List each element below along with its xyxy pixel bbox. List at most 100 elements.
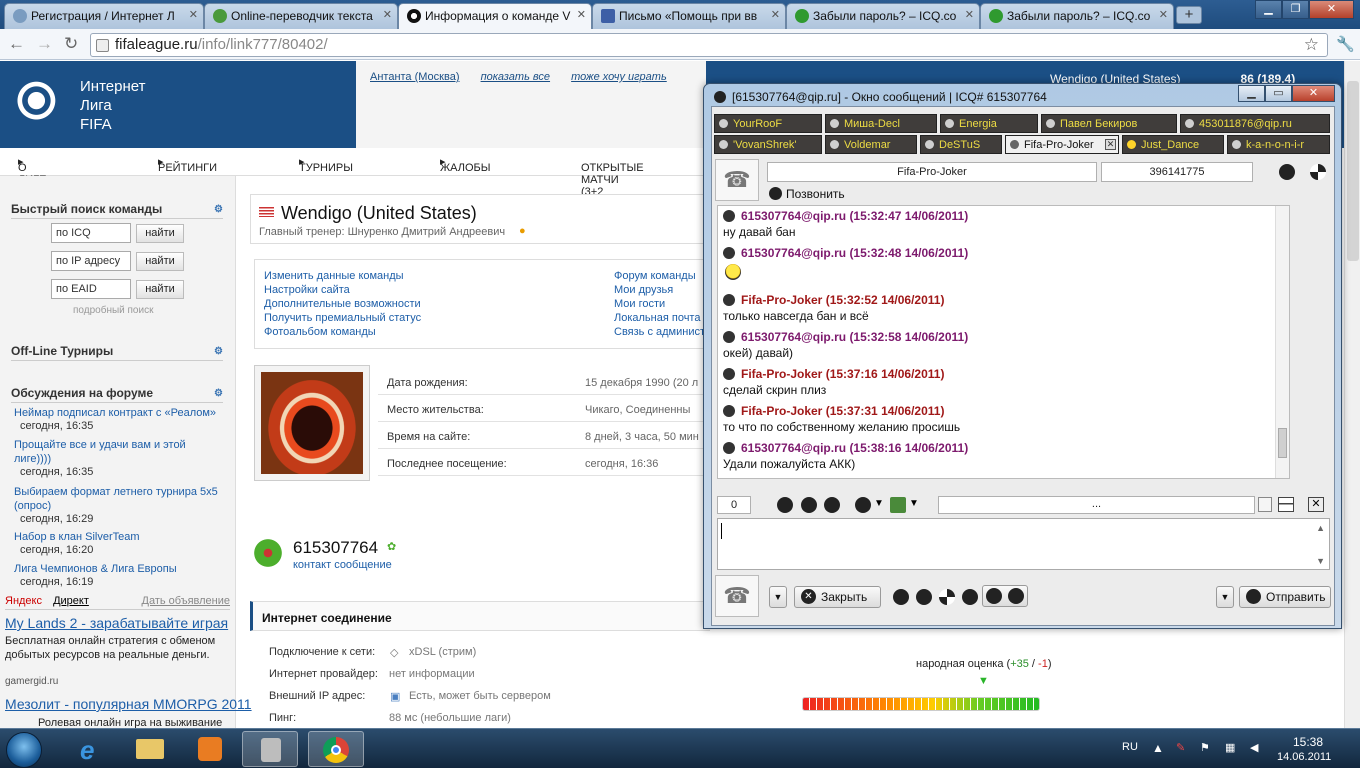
history-icon[interactable] [1310,164,1326,180]
new-tab-button[interactable]: + [1176,6,1202,24]
menu-dropdown-button[interactable]: ▼ [769,586,787,608]
friends-link[interactable]: Мои друзья [614,284,673,296]
guests-link[interactable]: Мои гости [614,298,665,310]
close-tab-icon[interactable]: ✕ [771,8,780,21]
reload-icon[interactable]: ↻ [64,34,78,54]
chat-scrollbar-thumb[interactable] [1278,428,1287,458]
clock-time[interactable]: 15:38 [1293,735,1323,749]
qip-options-icon[interactable] [962,589,978,605]
chat-tab[interactable]: 'VovanShrek' [714,135,822,154]
yandex-label[interactable]: Яндекс [5,595,42,607]
forum-topic-link[interactable]: Прощайте все и удачи вам и этой лиге)))) [14,438,224,466]
call-button[interactable]: Позвонить [769,187,845,201]
icq-contact-links[interactable]: контакт сообщение [293,559,392,571]
send-file-icon[interactable] [855,497,871,513]
my-avatar[interactable]: ☎ [715,575,759,617]
search-icq-input[interactable]: по ICQ [51,223,131,243]
want-to-play-link[interactable]: тоже хочу играть [571,71,667,83]
search-ip-input[interactable]: по IP адресу [51,251,131,271]
template-icon[interactable] [890,497,906,513]
close-tab-icon[interactable]: ✕ [1159,8,1168,21]
close-tab-icon[interactable]: ✕ [965,8,974,21]
chat-tab[interactable]: Павел Бекиров [1041,114,1177,133]
flag-icon[interactable]: ⚑ [1200,741,1210,754]
address-bar[interactable]: fifaleague.ru/info/link777/80402/☆ [90,33,1328,57]
direct-link[interactable]: Директ [53,595,89,607]
close-chat-tab-icon[interactable]: ✕ [1105,139,1116,150]
scroll-up-icon[interactable]: ▲ [1316,523,1325,533]
menu-ratings[interactable]: РЕЙТИНГИ ▸ [158,155,217,174]
volume-icon[interactable]: ◀ [1250,741,1258,754]
search-ip-button[interactable]: найти [136,252,184,271]
font-icon[interactable] [801,497,817,513]
close-tab-icon[interactable]: ✕ [383,8,392,21]
file-icon[interactable] [1258,497,1272,512]
forum-topic-link[interactable]: Выбираем формат летнего турнира 5x5 (опр… [14,485,224,513]
browser-tab-6[interactable]: Забыли пароль? – ICQ.co ✕ [980,3,1174,29]
scroll-down-icon[interactable]: ▼ [1316,556,1325,566]
start-button[interactable] [6,732,42,768]
settings-icon[interactable]: ⚙ [214,204,223,215]
qip-send-mode-icon[interactable] [986,588,1002,604]
forum-topic-link[interactable]: Набор в клан SilverTeam [14,530,224,544]
chat-scrollbar[interactable] [1275,206,1289,478]
search-icq-button[interactable]: найти [136,224,184,243]
message-input[interactable]: ▲ ▼ [717,518,1330,570]
qip-minimize-button[interactable]: ▁ [1238,85,1265,102]
chat-tab-active[interactable]: Fifa-Pro-Joker ✕ [1005,135,1119,154]
ad-title-link[interactable]: Мезолит - популярная MMORPG 2011 [5,696,252,712]
media-player-icon[interactable] [182,731,238,767]
team-forum-link[interactable]: Форум команды [614,270,696,282]
language-indicator[interactable]: RU [1122,741,1138,753]
chat-tab[interactable]: 453011876@qip.ru [1180,114,1330,133]
send-button[interactable]: Отправить [1239,586,1331,608]
chevron-down-icon[interactable]: ▼ [874,498,884,509]
page-scrollbar[interactable] [1344,61,1360,728]
search-eaid-button[interactable]: найти [136,280,184,299]
minimize-button[interactable]: ▁ [1255,0,1282,19]
qip-maximize-button[interactable]: ▭ [1265,85,1292,102]
premium-link[interactable]: Получить премиальный статус [264,312,421,324]
browser-tab-3[interactable]: Информация о команде V ✕ [398,3,592,29]
qip-visibility-icon[interactable] [916,589,932,605]
internet-explorer-icon[interactable]: e [62,731,118,767]
chat-tab[interactable]: Just_Dance [1122,135,1224,154]
chat-history[interactable]: 615307764@qip.ru (15:32:47 14/06/2011) н… [717,205,1290,479]
menu-tournaments[interactable]: ТУРНИРЫ ▸ [299,155,353,174]
close-tab-icon[interactable]: ✕ [189,8,198,21]
settings-icon[interactable]: ⚙ [214,346,223,357]
chat-tab[interactable]: Миша-Decl [825,114,937,133]
qip-privacy-icon[interactable] [939,589,955,605]
settings-icon[interactable]: ⚙ [214,388,223,399]
qip-taskbar-button[interactable] [242,731,298,767]
send-options-dropdown[interactable]: ▼ [1216,586,1234,608]
ad-title-link[interactable]: My Lands 2 - зарабатывайте играя [5,615,228,631]
close-panel-icon[interactable]: ✕ [1308,497,1324,512]
maximize-button[interactable]: ❐ [1282,0,1309,19]
advanced-search-link[interactable]: подробный поиск [73,305,153,316]
post-ad-link[interactable]: Дать объявление [142,595,231,607]
qip-info-icon[interactable] [1008,588,1024,604]
clock-date[interactable]: 14.06.2011 [1277,751,1331,763]
menu-complaints[interactable]: ЖАЛОБЫ ▸ [440,155,490,174]
browser-tab-1[interactable]: Регистрация / Интернет Л ✕ [4,3,204,29]
window-layout-icon[interactable] [1278,497,1294,512]
bookmark-star-icon[interactable]: ☆ [1304,34,1319,56]
explorer-folder-icon[interactable] [122,731,178,767]
color-icon[interactable] [824,497,840,513]
qip-close-button[interactable]: ✕ [1292,85,1335,102]
chat-tab[interactable]: YourRooF [714,114,822,133]
chat-tab[interactable]: Voldemar [825,135,917,154]
user-info-icon[interactable] [1279,164,1295,180]
team-photo[interactable] [254,365,370,481]
close-tab-icon[interactable]: ✕ [577,8,586,21]
menu-about[interactable]: О ЛИГЕ ▸ [18,155,46,186]
forum-topic-link[interactable]: Неймар подписал контракт с «Реалом» [14,406,224,420]
chevron-down-icon[interactable]: ▼ [909,498,919,509]
qip-status-icon[interactable] [893,589,909,605]
network-icon[interactable]: ▦ [1225,741,1235,754]
show-hidden-icons[interactable]: ▲ [1152,741,1164,755]
edit-team-link[interactable]: Изменить данные команды [264,270,404,282]
wrench-menu-icon[interactable]: 🔧 [1336,35,1355,53]
emoticons-icon[interactable] [777,497,793,513]
